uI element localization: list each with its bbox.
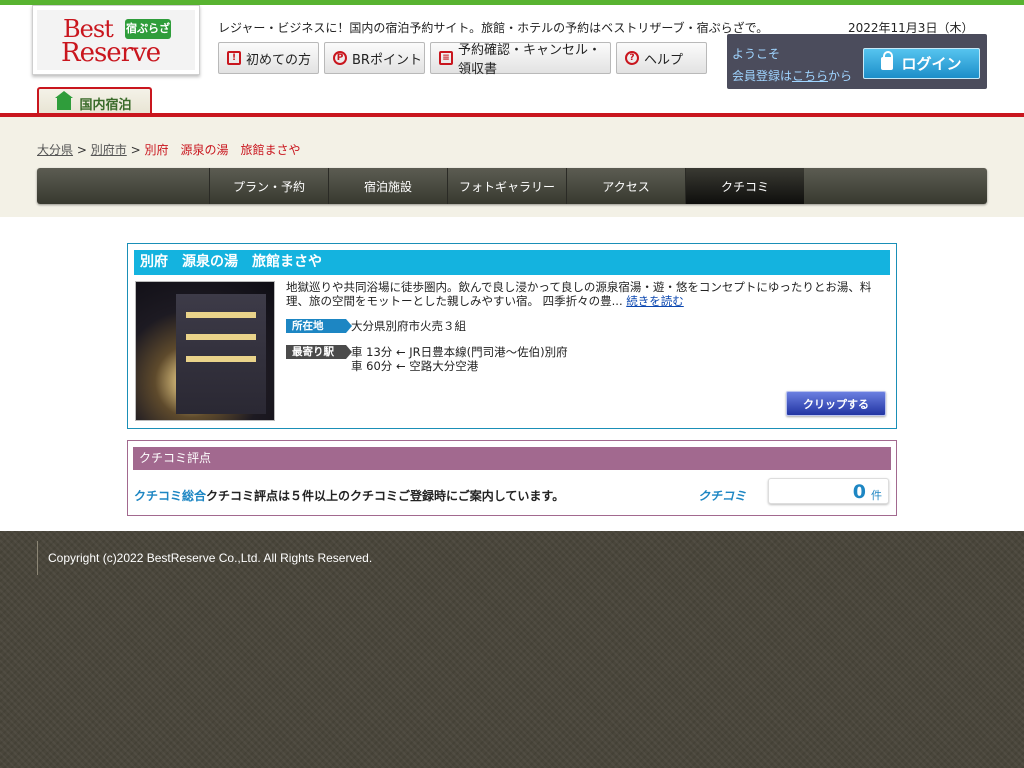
- breadcrumb: 大分県 > 別府市 > 別府 源泉の湯 旅館まさや: [37, 141, 300, 158]
- hotel-name: 別府 源泉の湯 旅館まさや: [134, 250, 890, 275]
- nav-first-time-button[interactable]: ! 初めての方: [218, 42, 319, 74]
- hotel-summary-card: 別府 源泉の湯 旅館まさや 地獄巡りや共同浴場に徒歩圏内。飲んで良し浸かって良し…: [127, 243, 897, 429]
- breadcrumb-band: 大分県 > 別府市 > 別府 源泉の湯 旅館まさや プラン・予約 宿泊施設 フォ…: [0, 117, 1024, 217]
- member-suffix: から: [828, 69, 853, 83]
- station-route-2: 車 60分 ← 空路大分空港: [351, 359, 479, 373]
- member-prefix: 会員登録は: [732, 69, 793, 83]
- nav-br-points-label: BRポイント: [352, 52, 422, 68]
- nearest-station-label: 最寄り駅: [286, 345, 352, 359]
- site-logo[interactable]: Best Reserve 宿ぷらざ: [32, 5, 200, 75]
- site-footer: Copyright (c)2022 BestReserve Co.,Ltd. A…: [0, 531, 1024, 768]
- tab-photo-gallery[interactable]: フォトギャラリー: [447, 168, 566, 204]
- footer-divider: [37, 541, 38, 575]
- nav-reservation-check-label: 予約確認・キャンセル・領収書: [458, 43, 602, 77]
- tab-plan-reserve[interactable]: プラン・予約: [209, 168, 328, 204]
- points-icon: P: [333, 51, 347, 65]
- breadcrumb-current: 別府 源泉の湯 旅館まさや: [144, 143, 301, 157]
- hotel-description: 地獄巡りや共同浴場に徒歩圏内。飲んで良し浸かって良しの源泉宿湯・遊・悠をコンセプ…: [286, 280, 886, 308]
- tab-facility[interactable]: 宿泊施設: [328, 168, 447, 204]
- review-count-box: 0 件: [768, 478, 889, 504]
- login-button-label: ログイン: [901, 55, 962, 73]
- logo-reserve-text: Reserve: [61, 38, 161, 68]
- review-summary-label: クチコミ総合: [134, 489, 207, 503]
- review-score-header: クチコミ評点: [133, 447, 891, 470]
- hotel-photo-window: [186, 312, 256, 318]
- login-panel: ようこそ 会員登録はこちらから ログイン: [727, 34, 987, 89]
- logo-badge: 宿ぷらざ: [125, 19, 171, 39]
- hotel-photo-window: [186, 334, 256, 340]
- breadcrumb-city-link[interactable]: 別府市: [91, 143, 127, 157]
- site-header: Best Reserve 宿ぷらざ レジャー・ビジネスに！国内の宿泊予約サイト。…: [0, 5, 1024, 118]
- hotel-address: 大分県別府市火売３組: [351, 319, 466, 333]
- hotel-description-text: 地獄巡りや共同浴場に徒歩圏内。飲んで良し浸かって良しの源泉宿湯・遊・悠をコンセプ…: [286, 280, 872, 308]
- login-button[interactable]: ログイン: [863, 48, 980, 79]
- review-summary-text: クチコミ評点は５件以上のクチコミご登録時にご案内しています。: [206, 489, 565, 503]
- site-tagline: レジャー・ビジネスに！国内の宿泊予約サイト。旅館・ホテルの予約はベストリザーブ・…: [218, 21, 769, 35]
- breadcrumb-prefecture-link[interactable]: 大分県: [37, 143, 73, 157]
- main-content: 別府 源泉の湯 旅館まさや 地獄巡りや共同浴場に徒歩圏内。飲んで良し浸かって良し…: [0, 217, 1024, 531]
- hotel-photo-window: [186, 356, 256, 362]
- review-count: 0: [852, 481, 866, 503]
- first-time-icon: !: [227, 51, 241, 65]
- logo-panel: Best Reserve 宿ぷらざ: [37, 10, 195, 70]
- welcome-text: ようこそ: [732, 47, 781, 61]
- hotel-photo[interactable]: [135, 281, 275, 421]
- review-count-unit: 件: [871, 489, 882, 502]
- facility-tabs: プラン・予約 宿泊施設 フォトギャラリー アクセス クチコミ: [37, 168, 987, 204]
- station-route-1: 車 13分 ← JR日豊本線(門司港〜佐伯)別府: [351, 345, 568, 359]
- tab-reviews[interactable]: クチコミ: [685, 168, 804, 204]
- house-icon: [55, 90, 74, 110]
- copyright-text: Copyright (c)2022 BestReserve Co.,Ltd. A…: [48, 551, 373, 565]
- member-registration: 会員登録はこちらから: [732, 67, 852, 84]
- help-icon: ?: [625, 51, 639, 65]
- review-summary: クチコミ総合クチコミ評点は５件以上のクチコミご登録時にご案内しています。: [134, 487, 564, 504]
- lock-icon: [881, 51, 894, 70]
- nav-help-button[interactable]: ? ヘルプ: [616, 42, 707, 74]
- nav-br-points-button[interactable]: P BRポイント: [324, 42, 425, 74]
- tab-domestic-stay-label: 国内宿泊: [79, 98, 132, 113]
- review-logo-icon: クチコミ: [698, 489, 747, 503]
- nav-help-label: ヘルプ: [644, 52, 684, 68]
- tab-access[interactable]: アクセス: [566, 168, 685, 204]
- member-register-link[interactable]: こちら: [792, 69, 828, 83]
- nav-reservation-check-button[interactable]: ≡ 予約確認・キャンセル・領収書: [430, 42, 611, 77]
- clip-button[interactable]: クリップする: [786, 391, 886, 416]
- read-more-link[interactable]: 続きを読む: [626, 294, 684, 308]
- document-icon: ≡: [439, 51, 453, 65]
- breadcrumb-separator: >: [130, 143, 141, 157]
- nav-first-time-label: 初めての方: [246, 52, 312, 68]
- address-label: 所在地: [286, 319, 352, 333]
- review-score-card: クチコミ評点 クチコミ総合クチコミ評点は５件以上のクチコミご登録時にご案内してい…: [127, 440, 897, 516]
- breadcrumb-separator: >: [76, 143, 87, 157]
